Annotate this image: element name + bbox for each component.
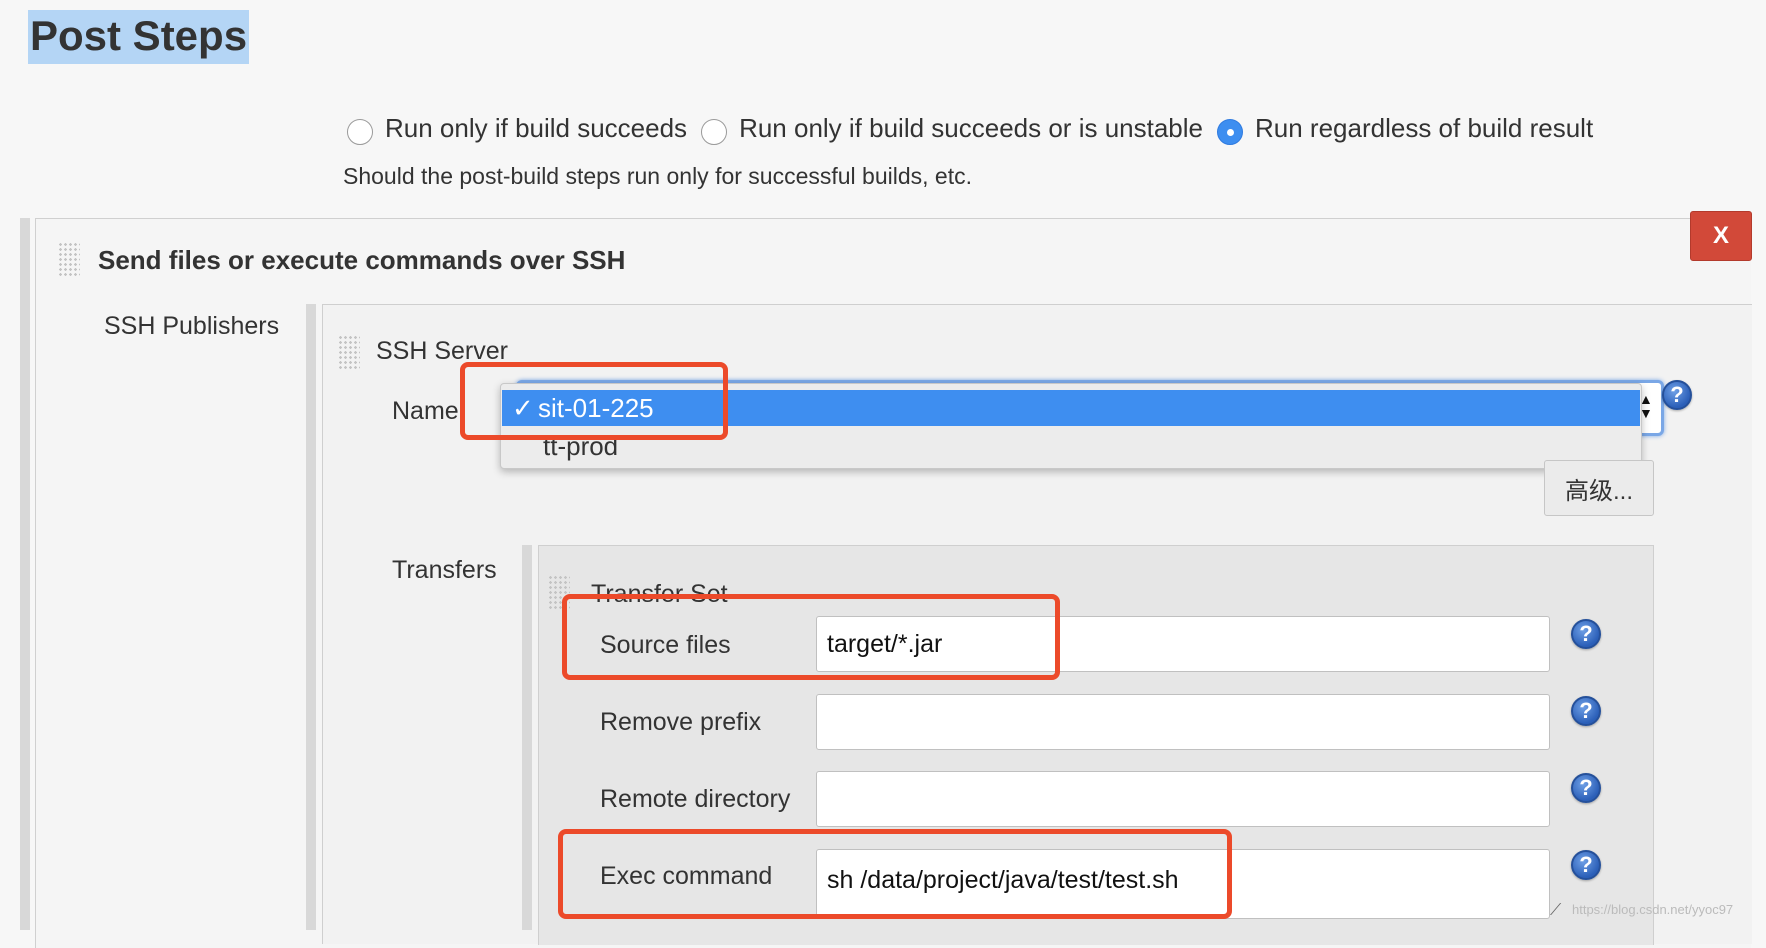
remove-prefix-help-icon[interactable]: ? [1571,696,1601,726]
server-name-label: Name [392,397,459,425]
server-help-icon[interactable]: ? [1662,380,1692,410]
publishers-left-bar [306,304,316,930]
remote-directory-help-icon[interactable]: ? [1571,773,1601,803]
radio-label-run-regardless: Run regardless of build result [1255,112,1594,143]
transfers-label: Transfers [392,556,497,584]
advanced-button[interactable]: 高级... [1544,460,1654,516]
remove-prefix-label: Remove prefix [600,708,762,736]
remove-prefix-input[interactable] [816,694,1550,750]
remote-directory-label: Remote directory [600,785,791,813]
radio-label-run-if-succeeds-or-unstable: Run only if build succeeds or is unstabl… [739,112,1203,143]
ssh-publishers-label: SSH Publishers [104,312,280,340]
highlight-box-exec-command [558,829,1232,919]
exec-command-help-icon[interactable]: ? [1571,850,1601,880]
drag-handle-icon[interactable] [338,335,360,371]
radio-label-run-if-succeeds: Run only if build succeeds [385,112,688,143]
textarea-resize-handle-icon[interactable]: ⟋ [1550,902,1561,920]
highlight-box-source-files [562,594,1060,680]
radio-run-if-succeeds-or-unstable[interactable] [701,119,728,145]
remote-directory-input[interactable] [816,771,1550,827]
section-left-bar [20,218,30,930]
source-files-help-icon[interactable]: ? [1571,619,1601,649]
drag-handle-icon[interactable] [58,242,80,278]
ssh-step-header: Send files or execute commands over SSH [98,245,626,275]
run-condition-options: Run only if build succeeds Run only if b… [347,108,1607,148]
run-condition-help-text: Should the post-build steps run only for… [343,163,973,189]
transfers-left-bar [522,545,532,930]
watermark: https://blog.csdn.net/yyoc97 [1572,902,1734,917]
page-title: Post Steps [28,10,250,64]
radio-run-regardless[interactable] [1217,119,1243,145]
delete-step-button[interactable]: X [1690,211,1752,261]
radio-run-if-succeeds[interactable] [347,119,373,145]
highlight-box-server-name [460,362,728,440]
